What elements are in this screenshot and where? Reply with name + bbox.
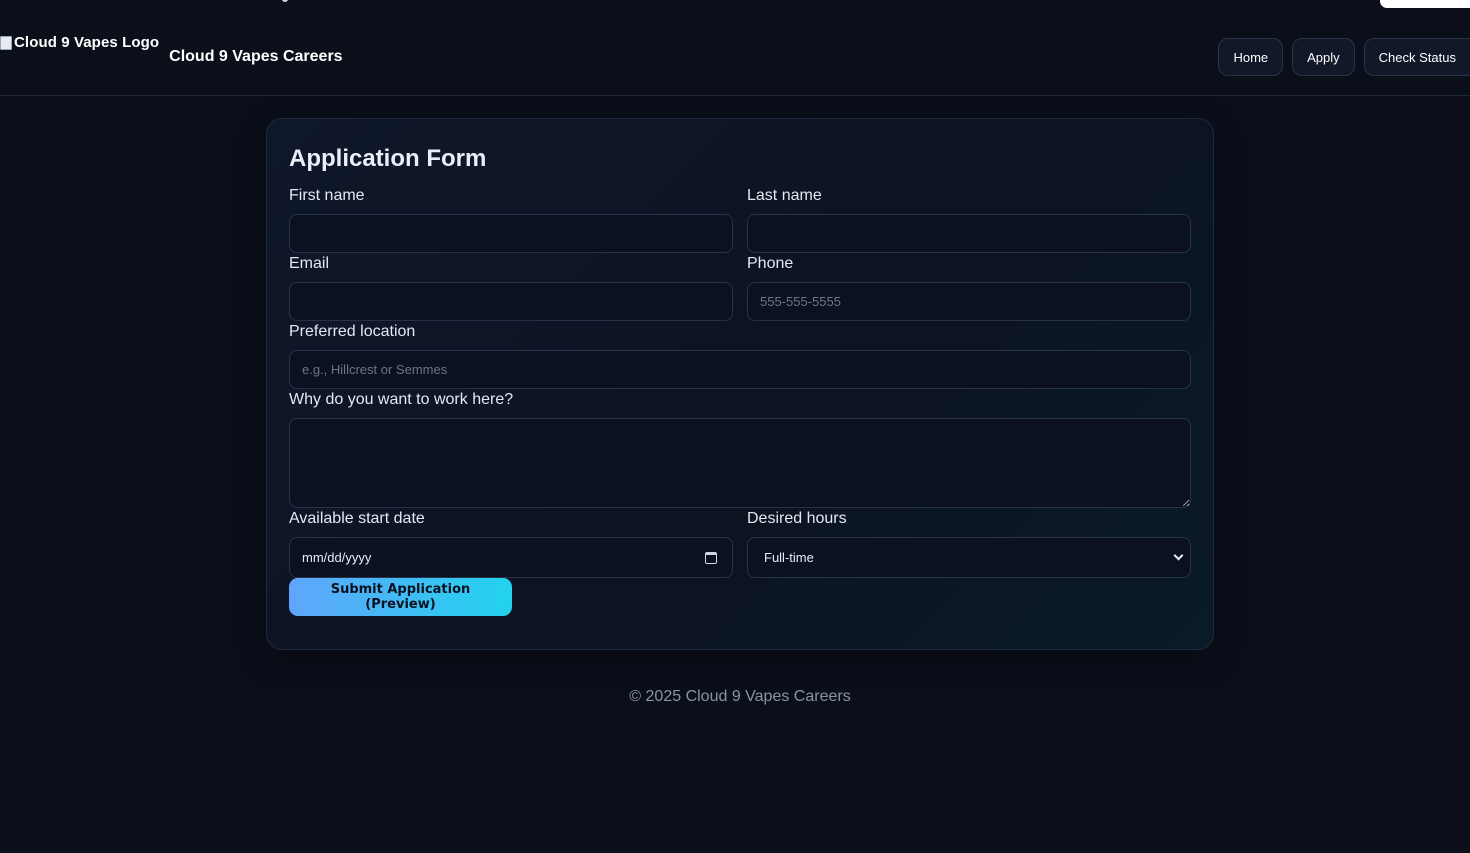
logo-image[interactable]: Cloud 9 Vapes Logo xyxy=(0,34,159,51)
chevron-down-icon xyxy=(1173,550,1184,561)
site-header: Cloud 9 Vapes Logo Cloud 9 Vapes Careers… xyxy=(0,0,1470,96)
first-name-input[interactable] xyxy=(289,214,733,253)
calendar-icon[interactable] xyxy=(705,552,717,564)
nav-apply-button[interactable]: Apply xyxy=(1292,38,1355,76)
desired-hours-value: Full-time xyxy=(764,550,814,565)
first-name-label: First name xyxy=(289,187,365,204)
form-title: Application Form xyxy=(289,145,487,172)
phone-label: Phone xyxy=(747,255,794,272)
nav-check-status-button[interactable]: Check Status xyxy=(1363,38,1470,76)
start-date-placeholder: mm/dd/yyyy xyxy=(302,550,372,565)
nav-home-button[interactable]: Home xyxy=(1218,38,1284,76)
broken-image-icon xyxy=(0,35,12,50)
start-date-input[interactable]: mm/dd/yyyy xyxy=(289,537,733,578)
brand[interactable]: Cloud 9 Vapes Logo Cloud 9 Vapes Careers xyxy=(0,34,343,66)
submit-application-button[interactable]: Submit Application (Preview) xyxy=(289,578,512,616)
preferred-location-label: Preferred location xyxy=(289,323,416,340)
phone-input[interactable] xyxy=(747,282,1191,321)
last-name-input[interactable] xyxy=(747,214,1191,253)
why-work-here-label: Why do you want to work here? xyxy=(289,391,514,408)
email-label: Email xyxy=(289,255,330,272)
main-nav: Home Apply Check Status xyxy=(1218,38,1470,76)
logo-alt-text: Cloud 9 Vapes Logo xyxy=(14,34,160,51)
copyright-text: © 2025 Cloud 9 Vapes Careers xyxy=(629,688,851,705)
last-name-label: Last name xyxy=(747,187,822,204)
site-title: Cloud 9 Vapes Careers xyxy=(169,48,343,65)
application-form-card: Application Form First name Last name Em… xyxy=(266,118,1214,650)
desired-hours-label: Desired hours xyxy=(747,510,847,527)
start-date-label: Available start date xyxy=(289,510,425,527)
email-input[interactable] xyxy=(289,282,733,321)
site-footer: © 2025 Cloud 9 Vapes Careers xyxy=(0,688,1470,706)
preferred-location-input[interactable] xyxy=(289,350,1191,389)
why-work-here-textarea[interactable] xyxy=(289,418,1191,508)
desired-hours-select[interactable]: Full-time xyxy=(747,537,1191,578)
